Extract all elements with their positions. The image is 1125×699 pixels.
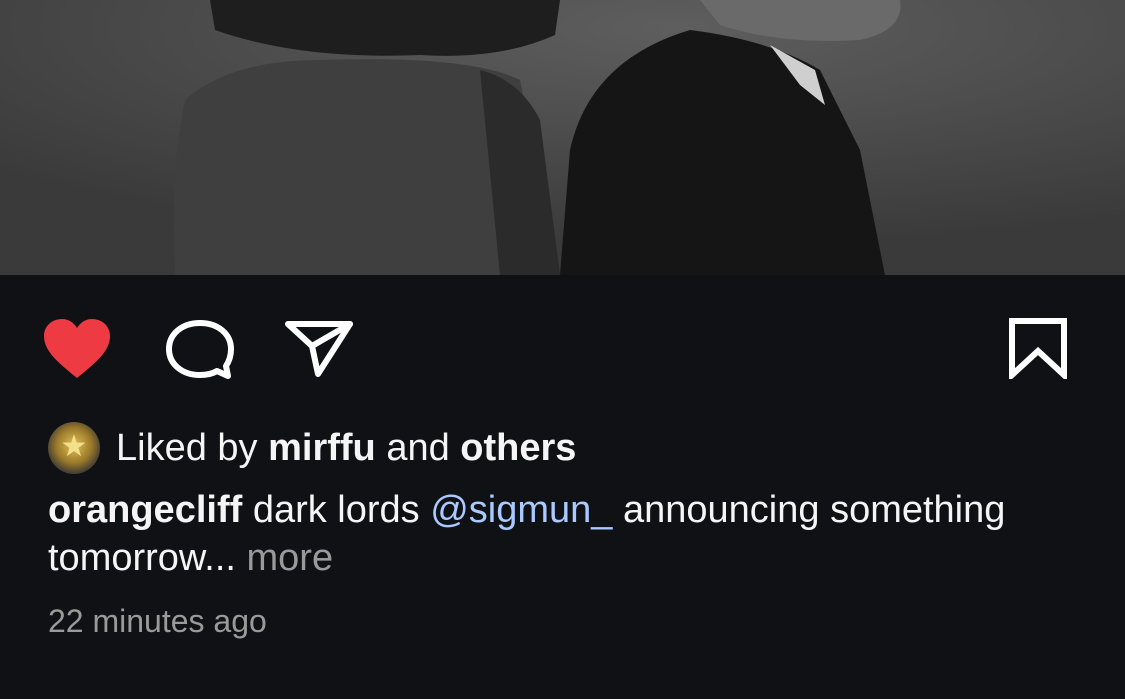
liked-by-prefix: Liked by: [116, 426, 258, 469]
caption-mention[interactable]: @sigmun_: [430, 489, 612, 531]
paper-plane-icon[interactable]: [284, 318, 354, 378]
caption-text-before: dark lords: [252, 489, 420, 531]
action-bar: [0, 275, 1125, 415]
post-photo[interactable]: [0, 0, 1125, 275]
post-card: Liked by mirffu and others orangecliff d…: [0, 0, 1125, 699]
bookmark-icon[interactable]: [1006, 317, 1070, 379]
heart-filled-icon[interactable]: [42, 318, 112, 380]
liked-by-row: Liked by mirffu and others: [48, 420, 576, 476]
liker-username[interactable]: mirffu: [268, 427, 376, 470]
photo-illustration: [0, 0, 1125, 275]
caption-username[interactable]: orangecliff: [48, 489, 242, 531]
comment-bubble-icon[interactable]: [164, 320, 234, 380]
caption-more-link[interactable]: more: [247, 537, 334, 579]
post-caption: orangecliff dark lords @sigmun_ announci…: [48, 486, 1088, 582]
likes-others-link[interactable]: others: [460, 427, 576, 470]
post-timestamp: 22 minutes ago: [48, 603, 267, 639]
liked-by-joiner: and: [386, 426, 450, 469]
liker-avatar[interactable]: [48, 422, 100, 474]
